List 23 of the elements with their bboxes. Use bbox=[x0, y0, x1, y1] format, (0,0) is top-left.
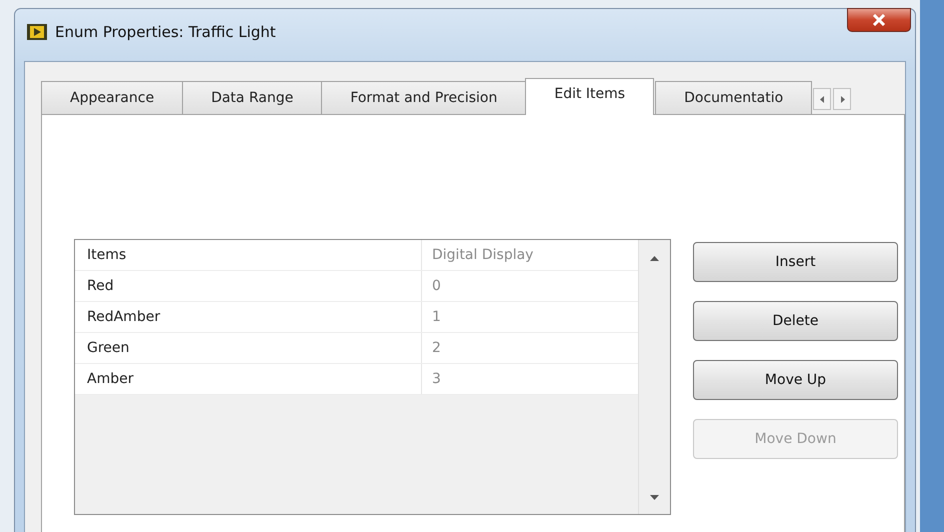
scroll-down-icon[interactable] bbox=[650, 495, 659, 500]
action-button[interactable]: Insert bbox=[693, 242, 898, 282]
action-button[interactable]: Move Up bbox=[693, 360, 898, 400]
tab[interactable]: Documentatio bbox=[655, 81, 812, 114]
right-arrow-icon bbox=[840, 96, 845, 102]
table-cell[interactable]: Amber bbox=[75, 371, 421, 387]
scroll-up-icon[interactable] bbox=[650, 256, 659, 261]
table-cell[interactable]: RedAmber bbox=[75, 309, 421, 325]
table-cell[interactable]: Red bbox=[75, 278, 421, 294]
close-icon bbox=[872, 14, 886, 26]
tab[interactable]: Format and Precision bbox=[321, 81, 526, 114]
tab[interactable]: Data Range bbox=[182, 81, 322, 114]
left-arrow-icon bbox=[820, 96, 825, 102]
column-header[interactable]: Items bbox=[75, 247, 421, 263]
table-cell[interactable]: Green bbox=[75, 340, 421, 356]
close-button[interactable] bbox=[847, 8, 911, 32]
window-title: Enum Properties: Traffic Light bbox=[55, 23, 276, 41]
tab[interactable]: Appearance bbox=[41, 81, 184, 114]
action-button[interactable]: Delete bbox=[693, 301, 898, 341]
scroll-left-button[interactable] bbox=[813, 88, 832, 110]
scroll-right-button[interactable] bbox=[833, 88, 852, 110]
tab[interactable]: Edit Items bbox=[525, 78, 654, 115]
app-icon bbox=[27, 23, 47, 41]
